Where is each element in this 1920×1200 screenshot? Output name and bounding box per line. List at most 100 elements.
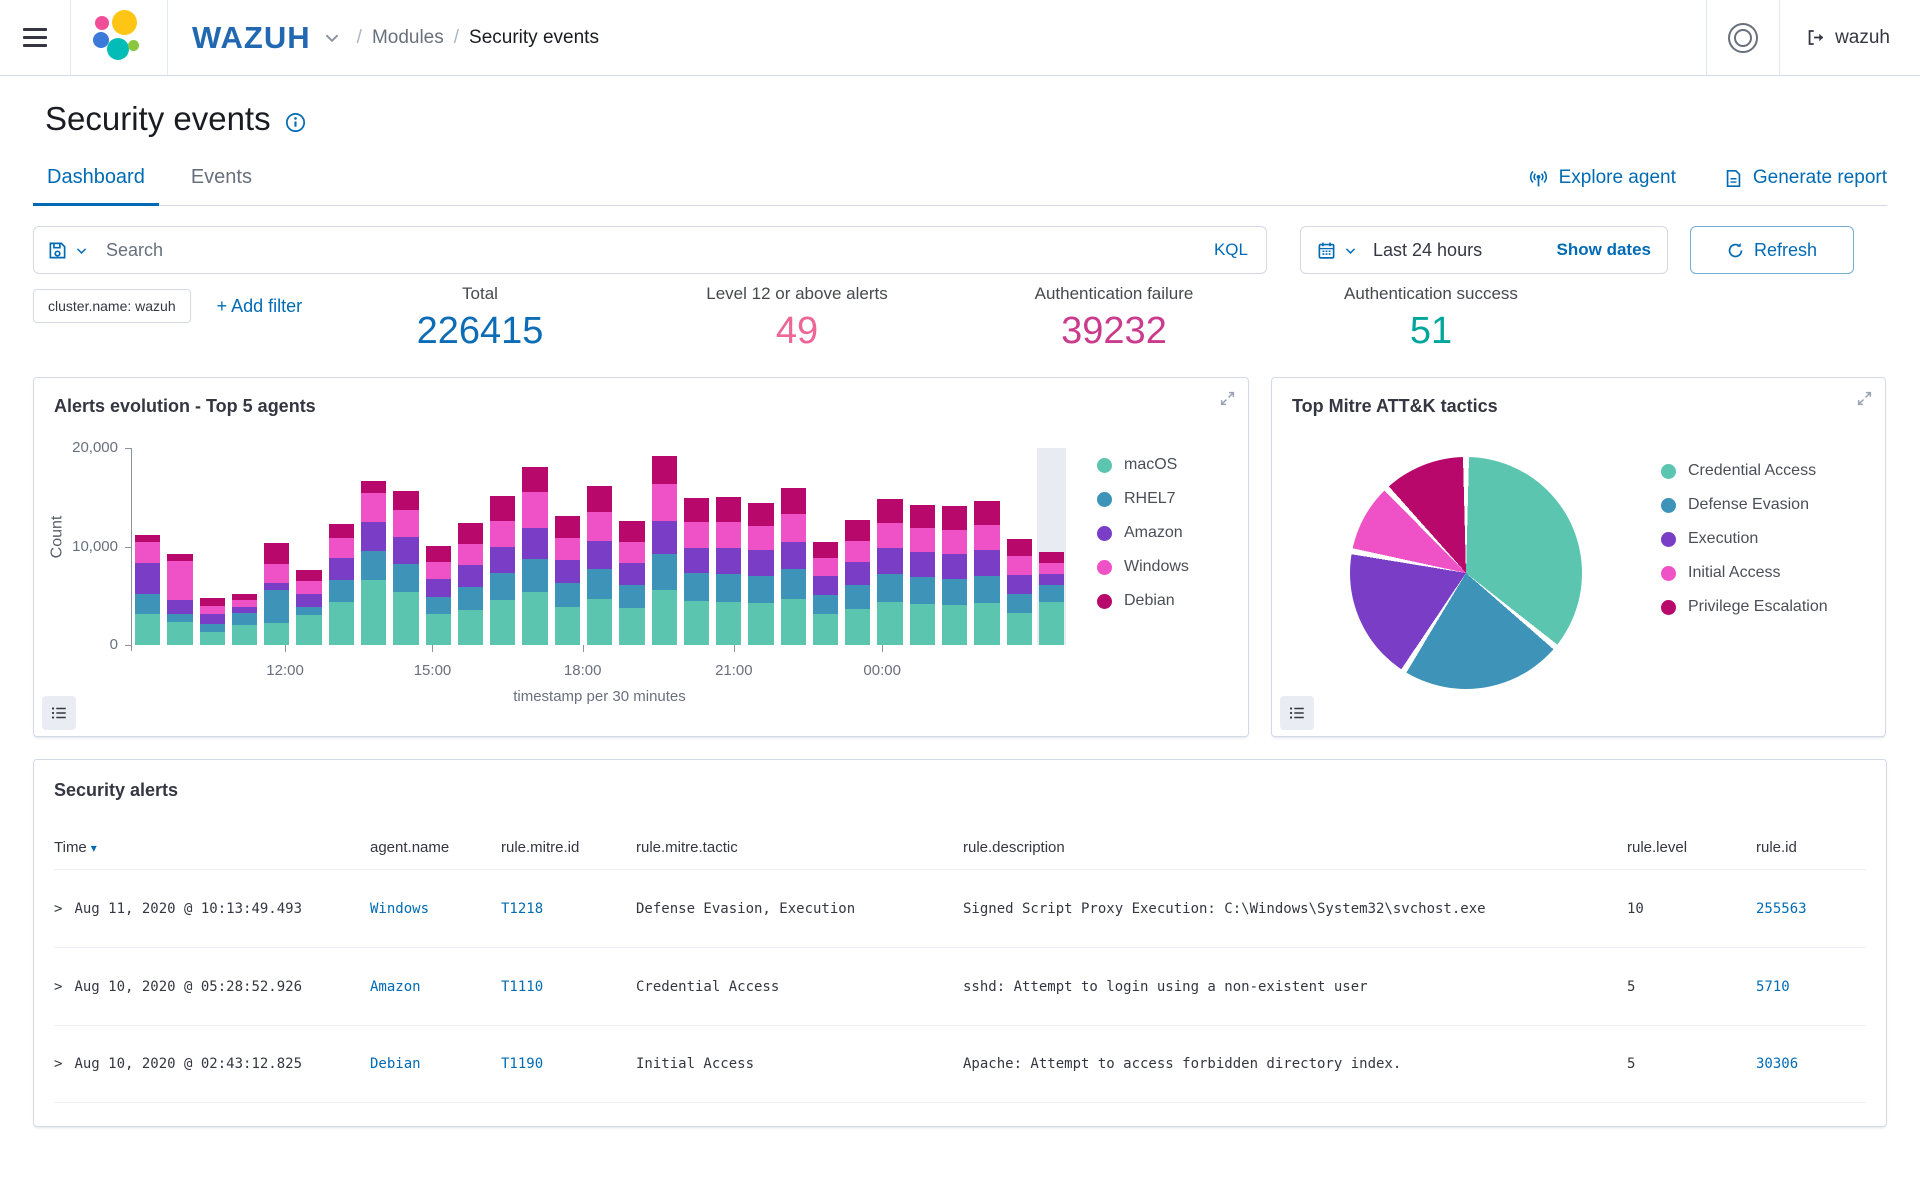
bar-24[interactable] <box>908 448 937 645</box>
bar-9[interactable] <box>424 448 453 645</box>
legend-item[interactable]: Debian <box>1097 592 1189 610</box>
list-icon <box>51 707 66 719</box>
bar-14[interactable] <box>585 448 614 645</box>
legend-item[interactable]: Amazon <box>1097 524 1189 542</box>
table-row: > Aug 11, 2020 @ 10:13:49.493 Windows T1… <box>54 869 1866 947</box>
menu-hamburger-icon[interactable] <box>0 0 70 75</box>
bar-12[interactable] <box>520 448 549 645</box>
legend-item[interactable]: Initial Access <box>1661 564 1828 582</box>
bar-7[interactable] <box>359 448 388 645</box>
saved-queries-menu[interactable] <box>48 241 106 260</box>
bar-2[interactable] <box>198 448 227 645</box>
bar-3[interactable] <box>230 448 259 645</box>
logout-menu[interactable]: wazuh <box>1780 27 1920 49</box>
legend-item[interactable]: Privilege Escalation <box>1661 598 1828 616</box>
mitre-id-link[interactable]: T1110 <box>501 979 543 995</box>
bar-segment-debian <box>909 505 936 528</box>
bar-26[interactable] <box>972 448 1001 645</box>
generate-report-button[interactable]: Generate report <box>1724 167 1887 189</box>
bar-segment-debian <box>619 520 645 542</box>
bar-18[interactable] <box>714 448 743 645</box>
agent-name-link[interactable]: Windows <box>370 901 429 917</box>
bar-8[interactable] <box>391 448 420 645</box>
agent-name-link[interactable]: Amazon <box>370 979 421 995</box>
column-header-rule-id[interactable]: rule.id <box>1756 839 1866 856</box>
inspect-button[interactable] <box>42 696 76 730</box>
bar-28[interactable] <box>1036 448 1067 645</box>
mitre-id-link[interactable]: T1190 <box>501 1056 543 1072</box>
column-header-rule-mitre-id[interactable]: rule.mitre.id <box>501 839 636 856</box>
bar-23[interactable] <box>875 448 904 645</box>
bar-segment-rhel7 <box>264 589 290 624</box>
breadcrumb-modules[interactable]: Modules <box>372 27 444 49</box>
info-icon[interactable] <box>285 112 306 133</box>
bar-4[interactable] <box>262 448 291 645</box>
legend-item[interactable]: RHEL7 <box>1097 490 1189 508</box>
bar-19[interactable] <box>746 448 775 645</box>
bar-11[interactable] <box>488 448 517 645</box>
bar-1[interactable] <box>165 448 194 645</box>
bar-0[interactable] <box>133 448 162 645</box>
legend-item[interactable]: Execution <box>1661 530 1828 548</box>
date-quick-menu[interactable] <box>1317 241 1357 260</box>
bar-21[interactable] <box>811 448 840 645</box>
tab-events[interactable]: Events <box>177 166 266 205</box>
bar-10[interactable] <box>456 448 485 645</box>
explore-agent-button[interactable]: Explore agent <box>1528 167 1676 189</box>
rule-id-link[interactable]: 255563 <box>1756 901 1807 917</box>
bar-25[interactable] <box>940 448 969 645</box>
column-header-rule-mitre-tactic[interactable]: rule.mitre.tactic <box>636 839 963 856</box>
mitre-id-link[interactable]: T1218 <box>501 901 543 917</box>
column-header-rule-level[interactable]: rule.level <box>1627 839 1756 856</box>
add-filter-button[interactable]: + Add filter <box>217 296 303 317</box>
bar-20[interactable] <box>779 448 808 645</box>
bar-16[interactable] <box>650 448 679 645</box>
legend-item[interactable]: Credential Access <box>1661 462 1828 480</box>
column-header-agent-name[interactable]: agent.name <box>370 839 501 856</box>
x-tick-label: 15:00 <box>413 662 452 679</box>
legend-label: RHEL7 <box>1124 490 1176 507</box>
row-expand-icon[interactable]: > <box>54 901 62 917</box>
bar-13[interactable] <box>553 448 582 645</box>
bar-15[interactable] <box>617 448 646 645</box>
rule-id-link[interactable]: 30306 <box>1756 1056 1798 1072</box>
time-range-value[interactable]: Last 24 hours <box>1373 240 1482 261</box>
row-expand-icon[interactable]: > <box>54 1056 62 1072</box>
bar-6[interactable] <box>327 448 356 645</box>
breadcrumb-current: Security events <box>469 26 599 48</box>
bar-segment-macos <box>619 607 645 645</box>
bar-segment-windows <box>199 605 225 614</box>
search-input[interactable] <box>106 239 1214 261</box>
refresh-icon <box>1728 242 1743 257</box>
legend-item[interactable]: Windows <box>1097 558 1189 576</box>
elastic-logo[interactable] <box>71 0 167 75</box>
stat-value: 39232 <box>1061 310 1167 352</box>
generate-report-label: Generate report <box>1752 167 1887 188</box>
rule-id-link[interactable]: 5710 <box>1756 979 1790 995</box>
row-expand-icon[interactable]: > <box>54 979 62 995</box>
bar-22[interactable] <box>843 448 872 645</box>
chevron-down-icon[interactable] <box>323 29 341 52</box>
legend-item[interactable]: Defense Evasion <box>1661 496 1828 514</box>
query-language-button[interactable]: KQL <box>1214 240 1248 260</box>
column-header-time[interactable]: Time ▾ <box>54 839 370 856</box>
bar-segment-amazon <box>199 613 225 625</box>
bar-27[interactable] <box>1005 448 1034 645</box>
expand-panel-button[interactable] <box>1219 390 1236 410</box>
bar-5[interactable] <box>294 448 323 645</box>
tab-dashboard[interactable]: Dashboard <box>33 166 159 206</box>
show-dates-button[interactable]: Show dates <box>1557 240 1651 260</box>
inspect-button[interactable] <box>1280 696 1314 730</box>
bar-17[interactable] <box>682 448 711 645</box>
expand-panel-button[interactable] <box>1856 390 1873 410</box>
refresh-button[interactable]: Refresh <box>1690 226 1854 274</box>
health-status-icon[interactable] <box>1707 0 1779 75</box>
bar-segment-macos <box>1038 601 1065 645</box>
mitre-tactics-pie-chart[interactable] <box>1350 457 1582 689</box>
wazuh-logo[interactable]: WAZUH <box>192 20 311 56</box>
column-header-rule-description[interactable]: rule.description <box>963 839 1627 856</box>
agent-name-link[interactable]: Debian <box>370 1056 421 1072</box>
legend-item[interactable]: macOS <box>1097 456 1189 474</box>
stat-label: Total <box>462 284 498 303</box>
filter-pill[interactable]: cluster.name: wazuh <box>33 289 191 323</box>
